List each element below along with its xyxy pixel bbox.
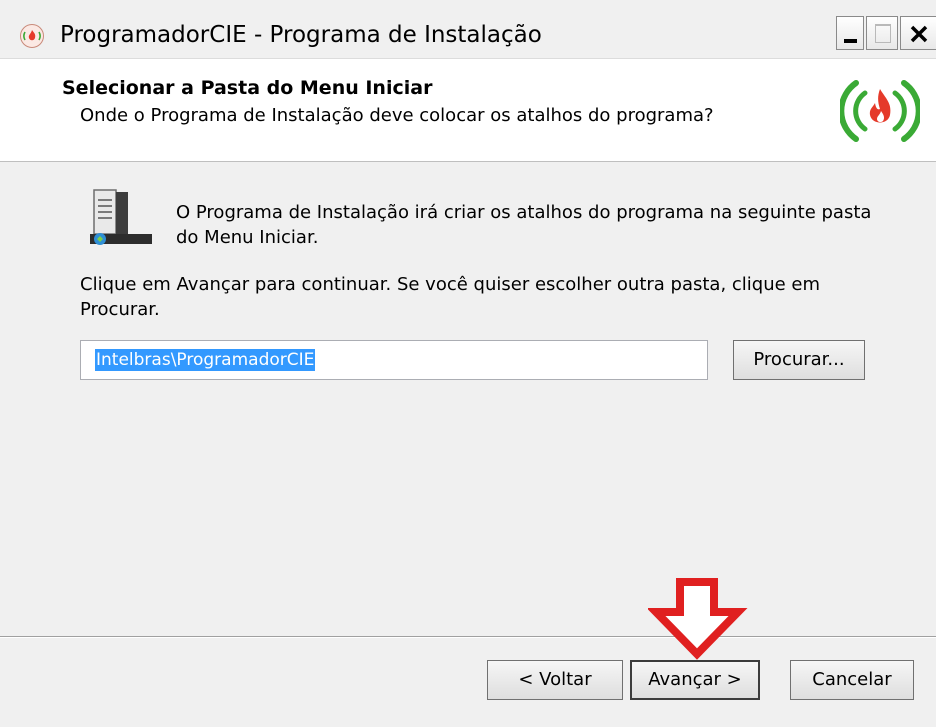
back-button[interactable]: < Voltar: [487, 660, 623, 700]
app-icon: [20, 24, 44, 48]
wizard-header: Selecionar a Pasta do Menu Iniciar Onde …: [0, 58, 936, 162]
next-button[interactable]: Avançar >: [630, 660, 760, 700]
maximize-button[interactable]: [866, 16, 898, 50]
annotation-down-arrow-icon: [646, 578, 748, 664]
info-text: O Programa de Instalação irá criar os at…: [176, 202, 872, 248]
start-menu-folder-icon: [88, 186, 154, 254]
page-title: Selecionar a Pasta do Menu Iniciar: [62, 77, 433, 99]
cancel-button[interactable]: Cancelar: [790, 660, 914, 700]
brand-flame-signal-icon: [838, 73, 922, 153]
close-icon: [910, 25, 928, 43]
window-title: ProgramadorCIE - Programa de Instalação: [60, 22, 542, 48]
page-subtitle: Onde o Programa de Instalação deve coloc…: [80, 105, 714, 126]
browse-button[interactable]: Procurar...: [733, 340, 865, 380]
minimize-button[interactable]: [836, 16, 864, 50]
folder-path-input[interactable]: Intelbras\ProgramadorCIE: [80, 340, 708, 380]
close-button[interactable]: [900, 16, 936, 50]
installer-window: ProgramadorCIE - Programa de Instalação …: [0, 0, 936, 727]
title-bar[interactable]: ProgramadorCIE - Programa de Instalação: [0, 12, 936, 58]
folder-path-value: Intelbras\ProgramadorCIE: [95, 349, 316, 371]
instruction-text: Clique em Avançar para continuar. Se voc…: [80, 274, 821, 320]
footer-divider: [0, 636, 936, 638]
